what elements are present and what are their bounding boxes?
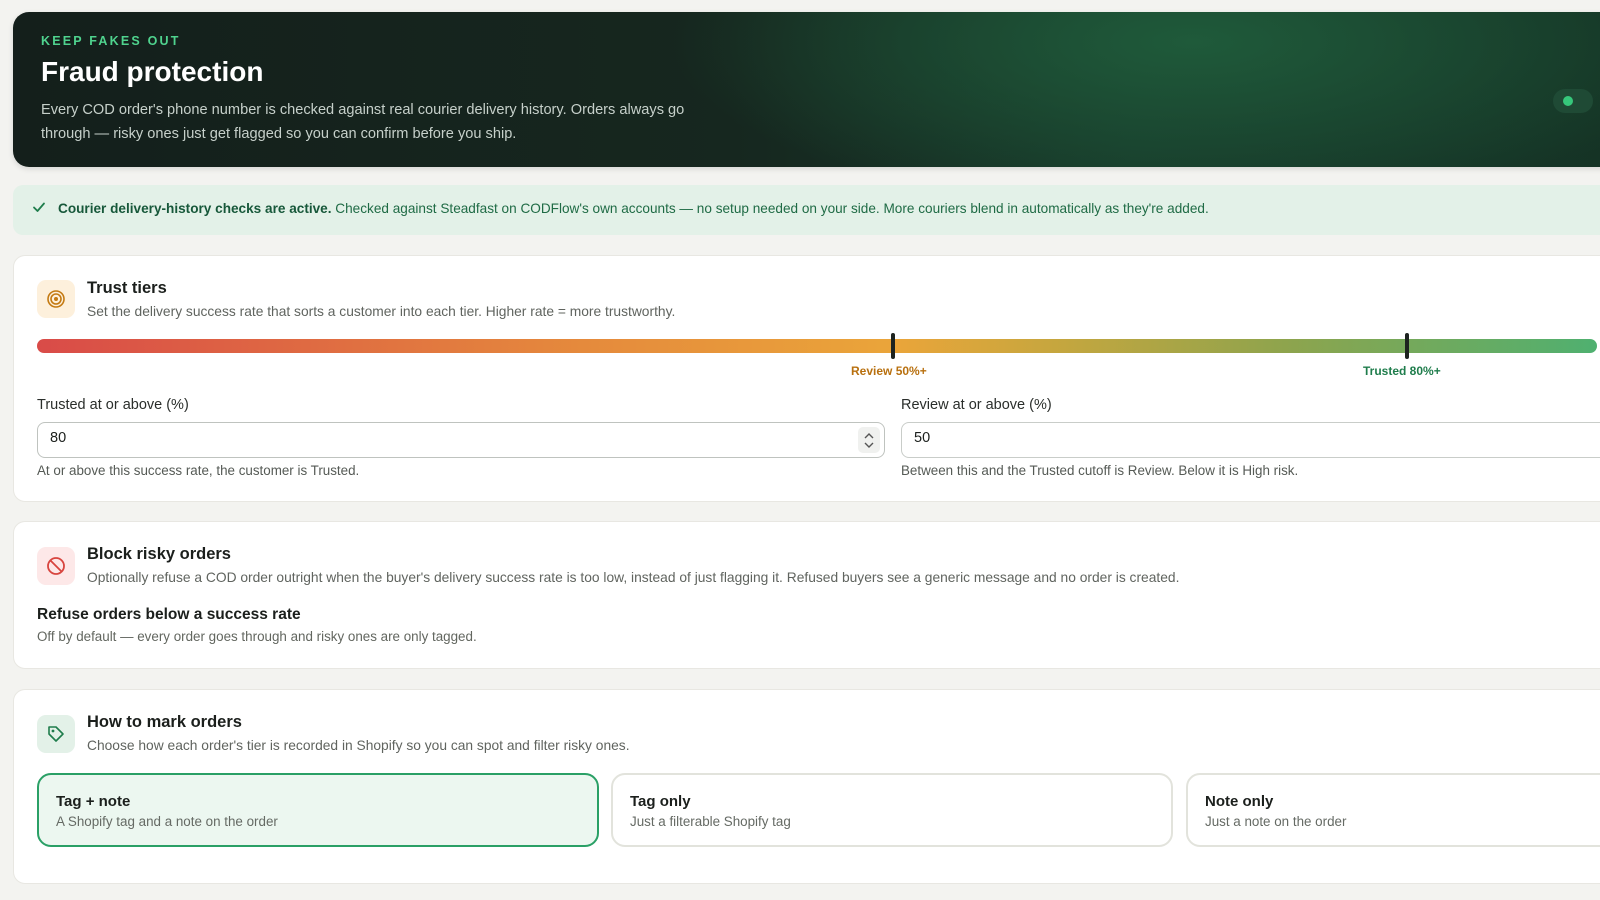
block-risky-card: Block risky orders Optionally refuse a C…	[13, 521, 1600, 669]
page-title: Fraud protection	[41, 56, 264, 87]
trust-tiers-title: Trust tiers	[87, 279, 167, 297]
hero-banner: KEEP FAKES OUT Fraud protection Every CO…	[13, 12, 1600, 167]
trusted-field-label: Trusted at or above (%)	[37, 397, 189, 413]
review-threshold-input[interactable]	[914, 430, 1489, 446]
target-icon	[37, 280, 75, 318]
review-field-label: Review at or above (%)	[901, 397, 1052, 413]
toggle-knob	[1563, 96, 1573, 106]
block-risky-title: Block risky orders	[87, 545, 231, 563]
trusted-threshold-input[interactable]	[50, 430, 727, 446]
fraud-protection-toggle[interactable]	[1553, 89, 1593, 113]
choice-note-only[interactable]: Note only Just a note on the order	[1186, 773, 1600, 847]
review-field-help: Between this and the Trusted cutoff is R…	[901, 463, 1299, 478]
trusted-field[interactable]	[37, 422, 885, 458]
choice-title: Tag only	[630, 793, 691, 810]
status-banner: Courier delivery-history checks are acti…	[13, 185, 1600, 235]
trusted-field-help: At or above this success rate, the custo…	[37, 463, 360, 478]
choice-tag-and-note[interactable]: Tag + note A Shopify tag and a note on t…	[37, 773, 599, 847]
trusted-threshold-marker[interactable]	[1405, 333, 1409, 359]
status-banner-strong: Courier delivery-history checks are acti…	[58, 201, 332, 216]
choice-subtitle: A Shopify tag and a note on the order	[56, 814, 278, 829]
status-banner-text: Courier delivery-history checks are acti…	[58, 201, 1209, 216]
review-threshold-marker[interactable]	[891, 333, 895, 359]
chevron-down-icon[interactable]	[864, 442, 874, 449]
mark-orders-subtitle: Choose how each order's tier is recorded…	[87, 738, 630, 753]
refuse-orders-option-title[interactable]: Refuse orders below a success rate	[37, 606, 301, 624]
hero-eyebrow: KEEP FAKES OUT	[41, 34, 181, 48]
tag-icon	[37, 715, 75, 753]
review-field[interactable]	[901, 422, 1600, 458]
trusted-marker-label: Trusted 80%+	[1363, 364, 1441, 378]
check-icon	[33, 202, 45, 212]
review-marker-label: Review 50%+	[851, 364, 927, 378]
choice-title: Tag + note	[56, 793, 131, 810]
hero-description: Every COD order's phone number is checke…	[41, 102, 685, 142]
refuse-orders-option-sub: Off by default — every order goes throug…	[37, 629, 477, 644]
trusted-stepper[interactable]	[858, 427, 880, 453]
trust-tiers-subtitle: Set the delivery success rate that sorts…	[87, 304, 676, 319]
choice-tag-only[interactable]: Tag only Just a filterable Shopify tag	[611, 773, 1173, 847]
choice-title: Note only	[1205, 793, 1274, 810]
block-risky-subtitle: Optionally refuse a COD order outright w…	[87, 570, 1180, 585]
choice-subtitle: Just a note on the order	[1205, 814, 1347, 829]
trust-tiers-card: Trust tiers Set the delivery success rat…	[13, 255, 1600, 502]
tier-gradient-bar	[37, 339, 1597, 353]
choice-subtitle: Just a filterable Shopify tag	[630, 814, 791, 829]
mark-orders-card: How to mark orders Choose how each order…	[13, 689, 1600, 884]
mark-orders-title: How to mark orders	[87, 713, 242, 731]
chevron-up-icon[interactable]	[864, 432, 874, 439]
status-banner-detail: Checked against Steadfast on CODFlow's o…	[331, 201, 1209, 216]
block-icon	[37, 547, 75, 585]
